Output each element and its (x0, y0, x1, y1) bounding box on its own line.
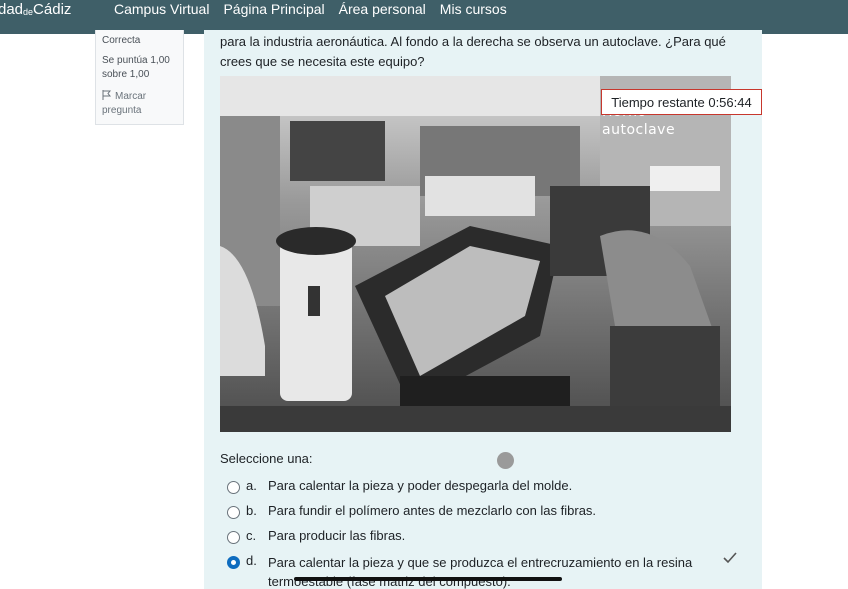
nav-link-area-personal[interactable]: Área personal (339, 1, 426, 17)
question-text: para la industria aeronáutica. Al fondo … (220, 34, 726, 69)
flag-question-link[interactable]: Marcar pregunta (102, 90, 177, 118)
top-navbar: dad de Cádiz Campus Virtual Página Princip… (0, 0, 848, 34)
flag-icon (102, 90, 112, 100)
radio-b[interactable] (227, 506, 240, 519)
nav-link-pagina-principal[interactable]: Página Principal (223, 1, 324, 17)
answer-text: Para calentar la pieza y poder despegarl… (268, 478, 573, 493)
answer-letter: a. (246, 478, 257, 493)
question-info: Correcta Se puntúa 1,00 sobre 1,00 Marca… (95, 30, 184, 125)
radio-a[interactable] (227, 481, 240, 494)
nav-links: Campus Virtual Página Principal Área per… (114, 1, 521, 17)
question-grade: Se puntúa 1,00 sobre 1,00 (102, 55, 170, 80)
answer-prompt: Seleccione una: (220, 451, 313, 466)
answer-text: Para calentar la pieza y que se produzca… (268, 555, 693, 589)
nav-link-campus-virtual[interactable]: Campus Virtual (114, 1, 209, 17)
answer-letter: c. (246, 528, 257, 543)
nav-link-mis-cursos[interactable]: Mis cursos (440, 1, 507, 17)
answer-option-c[interactable]: c. Para producir las fibras. (227, 528, 405, 544)
answer-option-d[interactable]: d. Para calentar la pieza y que se produ… (227, 553, 698, 589)
answer-option-b[interactable]: b. Para fundir el polímero antes de mezc… (227, 503, 596, 519)
quiz-timer: Tiempo restante 0:56:44 (601, 89, 762, 115)
photo-label-line2: autoclave (602, 122, 676, 138)
touch-indicator (497, 452, 514, 469)
question-state: Correcta (102, 35, 141, 46)
brand-prefix: dad (0, 1, 24, 18)
answer-text: Para producir las fibras. (268, 528, 406, 543)
home-indicator (294, 577, 562, 581)
check-icon (723, 552, 737, 564)
radio-d[interactable] (227, 556, 240, 569)
answer-letter: b. (246, 503, 257, 518)
answer-text: Para fundir el polímero antes de mezclar… (268, 503, 597, 518)
radio-c[interactable] (227, 531, 240, 544)
brand-suffix: Cádiz (33, 1, 72, 18)
site-logo[interactable]: dad de Cádiz (0, 0, 71, 34)
answer-letter: d. (246, 553, 257, 568)
brand-small: de (23, 7, 34, 17)
answer-option-a[interactable]: a. Para calentar la pieza y poder despeg… (227, 478, 572, 494)
